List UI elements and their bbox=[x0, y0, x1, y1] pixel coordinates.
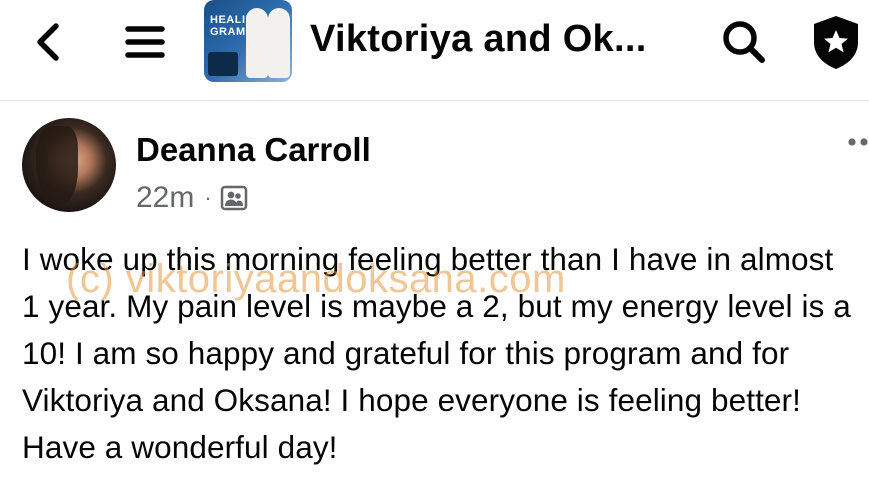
group-cover-thumbnail[interactable]: HEALING GRAM bbox=[204, 0, 292, 82]
more-options-icon bbox=[848, 138, 868, 146]
author-name[interactable]: Deanna Carroll bbox=[136, 130, 371, 170]
menu-button[interactable] bbox=[122, 20, 168, 64]
avatar-photo-detail bbox=[36, 126, 78, 206]
top-navigation-bar: HEALING GRAM Viktoriya and Ok... bbox=[0, 0, 869, 101]
thumbnail-inset-photo bbox=[208, 52, 238, 76]
post-text: I woke up this morning feeling better th… bbox=[22, 241, 851, 465]
shield-star-icon bbox=[814, 16, 858, 69]
back-button[interactable] bbox=[30, 20, 70, 64]
admin-tools-button[interactable] bbox=[808, 12, 864, 72]
search-button[interactable] bbox=[718, 16, 770, 68]
thumbnail-figure-left bbox=[246, 8, 268, 78]
group-members-icon[interactable] bbox=[220, 184, 248, 212]
hamburger-menu-icon bbox=[125, 26, 165, 58]
search-icon bbox=[723, 21, 765, 63]
post-meta: 22m · bbox=[136, 178, 248, 218]
chevron-left-icon bbox=[37, 23, 59, 61]
meta-separator: · bbox=[204, 185, 212, 210]
group-title[interactable]: Viktoriya and Ok... bbox=[310, 12, 647, 66]
author-avatar[interactable] bbox=[22, 118, 116, 212]
post-body: I woke up this morning feeling better th… bbox=[22, 236, 852, 471]
thumbnail-figure-right bbox=[268, 8, 290, 78]
post-more-options-button[interactable] bbox=[846, 132, 869, 152]
post-timestamp[interactable]: 22m bbox=[136, 178, 194, 218]
